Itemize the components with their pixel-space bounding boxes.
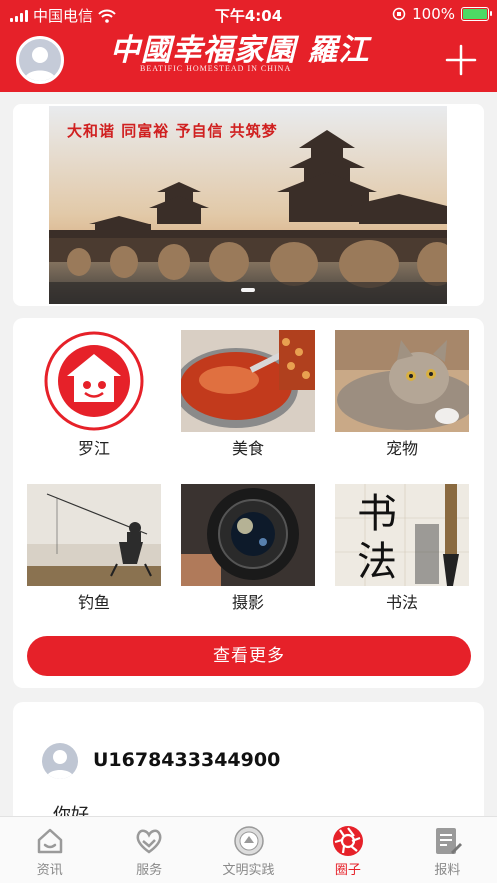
bottom-tab-bar: 资讯 服务 文明实践 圈子 报料 <box>0 816 497 883</box>
category-luojiang[interactable]: 罗江 <box>27 330 161 459</box>
plus-icon[interactable] <box>443 42 479 78</box>
category-grid-card: 罗江 美食 宠物 钓鱼 摄影 书 法 书法 查看更多 <box>13 318 484 688</box>
category-food[interactable]: 美食 <box>181 330 315 459</box>
tab-label: 资讯 <box>36 863 63 878</box>
civilization-badge-icon <box>233 826 264 856</box>
calligraphy-photo: 书法 <box>335 484 469 586</box>
category-pets[interactable]: 宠物 <box>335 330 469 459</box>
tab-circle[interactable]: 圈子 <box>298 817 397 883</box>
category-label: 摄影 <box>231 593 264 612</box>
post-username[interactable]: U1678433344900 <box>93 749 280 771</box>
tab-civilization[interactable]: 文明实践 <box>199 817 298 883</box>
calligraphy-glyphs: 书法 <box>357 491 397 585</box>
tab-label: 文明实践 <box>222 863 275 878</box>
tab-label: 圈子 <box>334 863 361 878</box>
banner-slogan: 大和谐 同富裕 予自信 共筑梦 <box>67 122 278 140</box>
avatar-silhouette <box>24 47 56 81</box>
battery-fill <box>463 9 487 19</box>
post-avatar-icon[interactable] <box>42 743 78 779</box>
app-logo: 中國幸福家園 羅江 BEATIFIC HOMESTEAD IN CHINA <box>110 32 390 88</box>
category-fishing[interactable]: 钓鱼 <box>27 484 161 613</box>
tab-label: 报料 <box>434 863 461 878</box>
cat-photo <box>335 330 469 432</box>
category-label: 美食 <box>231 439 264 458</box>
hotpot-photo <box>181 330 315 432</box>
shutter-icon <box>332 826 363 856</box>
category-label: 钓鱼 <box>77 593 110 612</box>
battery-percent: 100% <box>412 5 455 23</box>
category-label: 书法 <box>385 593 418 612</box>
carousel-dot <box>241 288 255 292</box>
app-header: 中國幸福家園 羅江 BEATIFIC HOMESTEAD IN CHINA <box>0 28 497 92</box>
logo-subtitle: BEATIFIC HOMESTEAD IN CHINA <box>140 64 292 73</box>
fishing-photo <box>27 484 161 586</box>
tab-news[interactable]: 资讯 <box>0 817 99 883</box>
carousel-indicator <box>49 288 447 292</box>
view-more-button[interactable]: 查看更多 <box>27 636 471 676</box>
tab-services[interactable]: 服务 <box>99 817 198 883</box>
category-label: 宠物 <box>385 439 418 458</box>
category-label: 罗江 <box>77 439 110 458</box>
status-right: 100% <box>392 5 492 23</box>
banner-carousel[interactable]: 大和谐 同富裕 予自信 共筑梦 <box>49 106 447 304</box>
tab-label: 服务 <box>136 863 163 878</box>
orientation-lock-icon <box>392 7 406 21</box>
category-calligraphy[interactable]: 书法 书法 <box>335 484 469 613</box>
edit-document-icon <box>436 828 463 854</box>
category-photography[interactable]: 摄影 <box>181 484 315 613</box>
home-icon <box>37 828 62 854</box>
camera-lens-photo <box>181 484 315 586</box>
user-avatar-icon[interactable] <box>16 36 64 84</box>
battery-icon <box>461 7 492 21</box>
status-bar: 中国电信 下午4:04 100% <box>0 0 497 28</box>
handshake-heart-icon <box>136 829 162 854</box>
banner-card: 大和谐 同富裕 予自信 共筑梦 <box>13 104 484 306</box>
homestead-logo <box>27 330 161 432</box>
tab-report[interactable]: 报料 <box>398 817 497 883</box>
